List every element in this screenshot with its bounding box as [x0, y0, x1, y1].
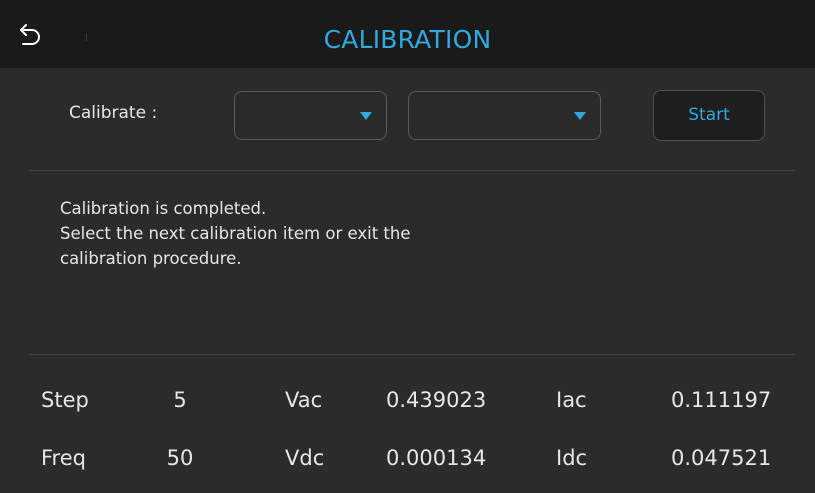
vac-label: Vac	[285, 388, 323, 412]
vdc-label: Vdc	[285, 446, 325, 470]
calibration-item-dropdown[interactable]	[408, 91, 601, 140]
step-label: Step	[41, 388, 89, 412]
caret-down-icon	[360, 112, 372, 120]
message-line: Calibration is completed.	[60, 199, 267, 218]
page-title: CALIBRATION	[323, 25, 492, 54]
iac-label: Iac	[556, 388, 587, 412]
message-line: calibration procedure.	[60, 249, 242, 268]
status-message: Calibration is completed. Select the nex…	[60, 196, 540, 271]
freq-value: 50	[166, 446, 194, 470]
divider	[29, 354, 795, 355]
iac-value: 0.111197	[671, 388, 772, 412]
caret-down-icon	[574, 112, 586, 120]
idc-label: Idc	[556, 446, 588, 470]
message-line: Select the next calibration item or exit…	[60, 224, 411, 243]
header-bar: CALIBRATION	[0, 0, 815, 68]
divider	[29, 170, 795, 171]
step-value: 5	[173, 388, 187, 412]
idc-value: 0.047521	[671, 446, 772, 470]
calibrate-label: Calibrate :	[69, 103, 158, 123]
start-button[interactable]: Start	[653, 90, 765, 141]
vdc-value: 0.000134	[386, 446, 487, 470]
calibration-screen: CALIBRATION Calibrate : Start Calibratio…	[0, 0, 815, 493]
calibration-type-dropdown[interactable]	[234, 91, 387, 140]
vac-value: 0.439023	[386, 388, 487, 412]
freq-label: Freq	[41, 446, 86, 470]
